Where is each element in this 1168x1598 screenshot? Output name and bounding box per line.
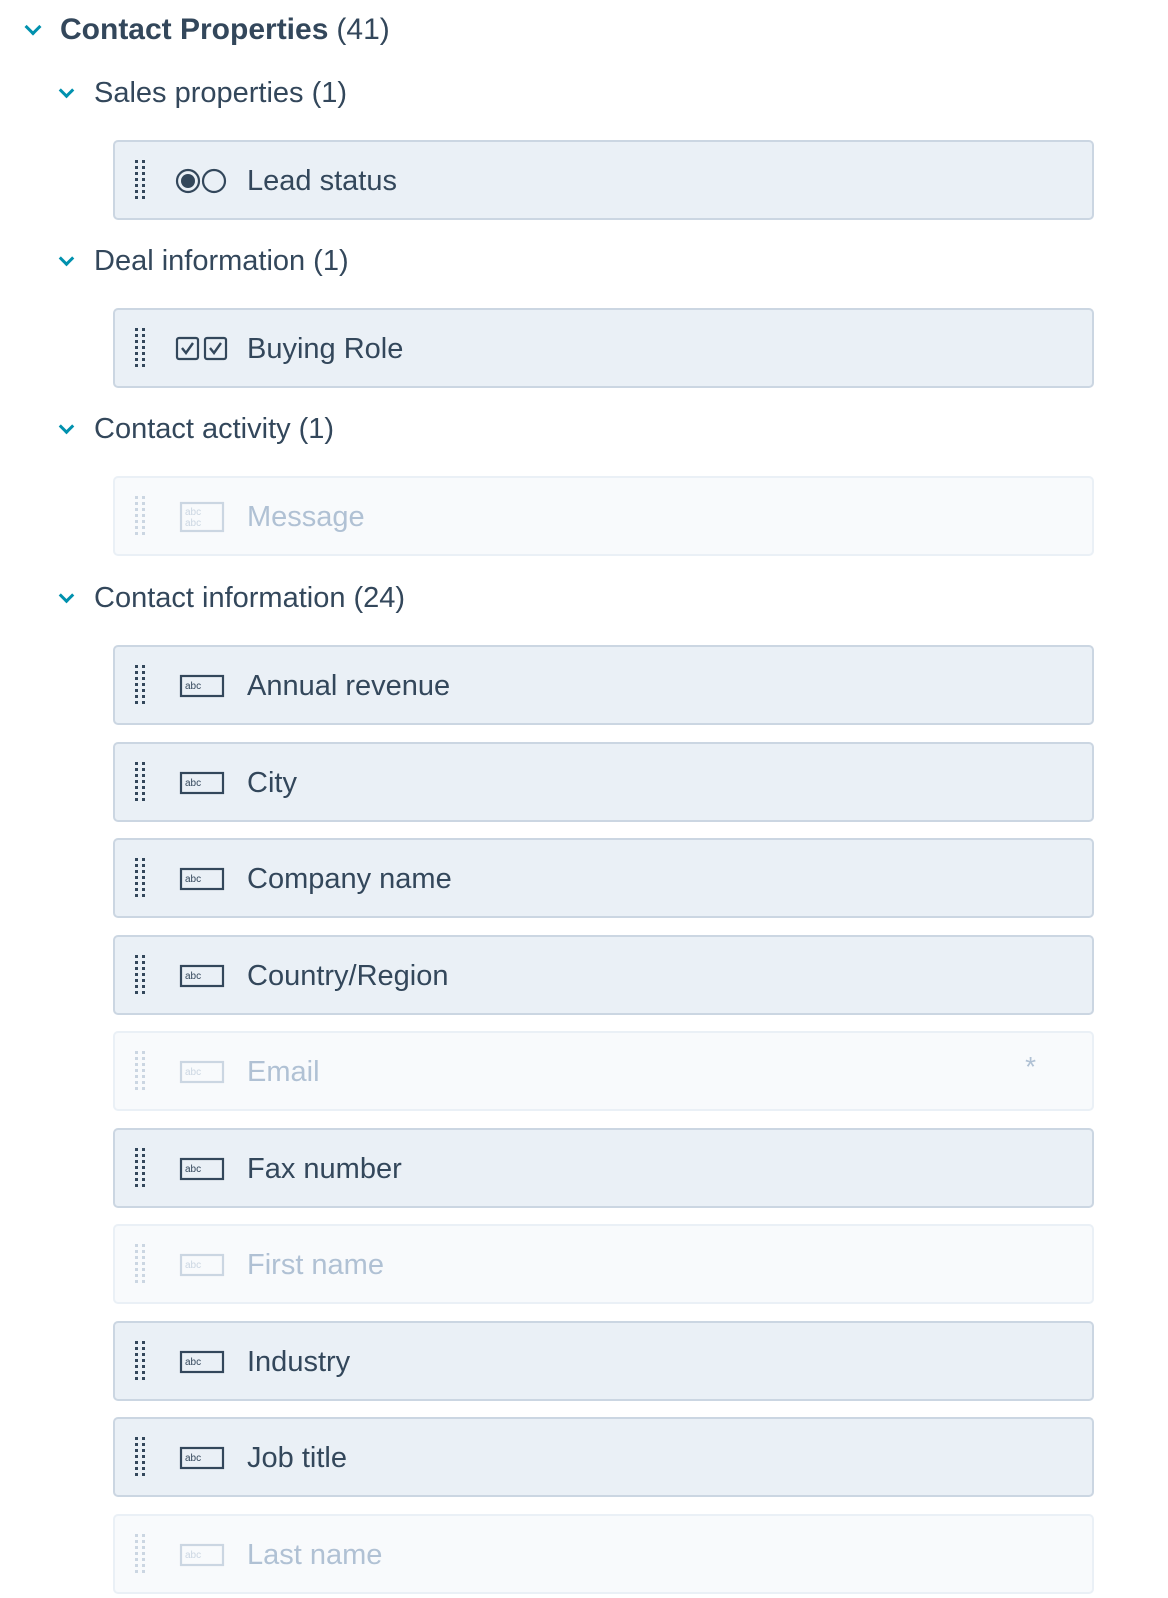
section-count: (41) — [336, 13, 390, 46]
text-field-icon: abc — [173, 764, 231, 802]
property-label: Company name — [247, 863, 452, 895]
drag-handle-icon[interactable] — [133, 326, 147, 372]
abc-icon-text: abc — [185, 1453, 201, 1464]
group-header-contact-activity[interactable]: Contact activity (1) — [58, 407, 334, 451]
property-item-industry[interactable]: abc Industry — [113, 1321, 1094, 1401]
drag-handle-icon[interactable] — [133, 953, 147, 999]
property-item-city[interactable]: abc City — [113, 742, 1094, 822]
drag-handle-icon[interactable] — [133, 494, 147, 540]
abc-icon-text: abc — [185, 1067, 201, 1078]
property-item-email[interactable]: abc Email * — [113, 1031, 1094, 1111]
property-label: Country/Region — [247, 960, 449, 992]
property-label: Job title — [247, 1442, 347, 1474]
property-label: City — [247, 767, 297, 799]
contact-properties-panel: Contact Properties (41) Sales properties… — [0, 0, 1168, 1598]
contact-properties-header[interactable]: Contact Properties (41) — [24, 8, 390, 52]
text-field-icon: abc — [173, 667, 231, 705]
text-field-icon: abc — [173, 1150, 231, 1188]
drag-handle-icon[interactable] — [133, 1339, 147, 1385]
group-count: (24) — [353, 581, 406, 614]
property-item-annual-revenue[interactable]: abc Annual revenue — [113, 645, 1094, 725]
abc-icon-text: abc — [185, 1550, 201, 1561]
abc-icon-text: abc — [185, 507, 201, 518]
group-count: (1) — [298, 412, 335, 445]
property-item-buying-role[interactable]: Buying Role — [113, 308, 1094, 388]
text-field-icon: abc — [173, 1343, 231, 1381]
multiline-text-icon: abc abc — [173, 498, 231, 536]
property-item-last-name[interactable]: abc Last name — [113, 1514, 1094, 1594]
abc-icon-text: abc — [185, 971, 201, 982]
abc-icon-text: abc — [185, 1164, 201, 1175]
property-item-fax-number[interactable]: abc Fax number — [113, 1128, 1094, 1208]
drag-handle-icon[interactable] — [133, 856, 147, 902]
text-field-icon: abc — [173, 860, 231, 898]
drag-handle-icon[interactable] — [133, 663, 147, 709]
drag-handle-icon[interactable] — [133, 1242, 147, 1288]
text-field-icon: abc — [173, 1246, 231, 1284]
property-label: Message — [247, 501, 365, 533]
text-field-icon: abc — [173, 1439, 231, 1477]
group-count: (1) — [311, 76, 348, 109]
group-header-deal-information[interactable]: Deal information (1) — [58, 239, 349, 283]
chevron-down-icon[interactable] — [58, 250, 94, 266]
section-title: Contact Properties — [60, 13, 329, 46]
property-label: Last name — [247, 1539, 383, 1571]
abc-icon-text: abc — [185, 778, 201, 789]
property-item-job-title[interactable]: abc Job title — [113, 1417, 1094, 1497]
chevron-down-icon[interactable] — [58, 418, 94, 434]
drag-handle-icon[interactable] — [133, 1049, 147, 1095]
property-label: Email — [247, 1056, 320, 1088]
drag-handle-icon[interactable] — [133, 760, 147, 806]
text-field-icon: abc — [173, 957, 231, 995]
drag-handle-icon[interactable] — [133, 1532, 147, 1578]
group-header-contact-information[interactable]: Contact information (24) — [58, 576, 405, 620]
property-label: Annual revenue — [247, 670, 451, 702]
checkbox-icon — [173, 330, 231, 368]
property-item-company-name[interactable]: abc Company name — [113, 838, 1094, 918]
abc-icon-text: abc — [185, 518, 201, 529]
property-label: Industry — [247, 1346, 351, 1378]
group-title: Deal information — [94, 244, 306, 277]
property-item-lead-status[interactable]: Lead status — [113, 140, 1094, 220]
property-item-message[interactable]: abc abc Message — [113, 476, 1094, 556]
abc-icon-text: abc — [185, 1260, 201, 1271]
chevron-down-icon[interactable] — [58, 82, 94, 98]
group-title: Contact activity — [94, 412, 291, 445]
abc-icon-text: abc — [185, 1357, 201, 1368]
abc-icon-text: abc — [185, 681, 201, 692]
group-header-sales-properties[interactable]: Sales properties (1) — [58, 71, 347, 115]
radio-icon — [173, 162, 231, 200]
drag-handle-icon[interactable] — [133, 158, 147, 204]
chevron-down-icon[interactable] — [58, 587, 94, 603]
text-field-icon: abc — [173, 1053, 231, 1091]
property-item-first-name[interactable]: abc First name — [113, 1224, 1094, 1304]
property-label: Lead status — [247, 165, 397, 197]
property-label: First name — [247, 1249, 384, 1281]
property-label: Buying Role — [247, 333, 404, 365]
group-title: Contact information — [94, 581, 346, 614]
group-title: Sales properties — [94, 76, 304, 109]
property-item-country-region[interactable]: abc Country/Region — [113, 935, 1094, 1015]
property-label: Fax number — [247, 1153, 402, 1185]
drag-handle-icon[interactable] — [133, 1435, 147, 1481]
text-field-icon: abc — [173, 1536, 231, 1574]
drag-handle-icon[interactable] — [133, 1146, 147, 1192]
group-count: (1) — [313, 244, 349, 277]
abc-icon-text: abc — [185, 874, 201, 885]
chevron-down-icon[interactable] — [24, 18, 60, 36]
required-asterisk: * — [1025, 1051, 1036, 1082]
